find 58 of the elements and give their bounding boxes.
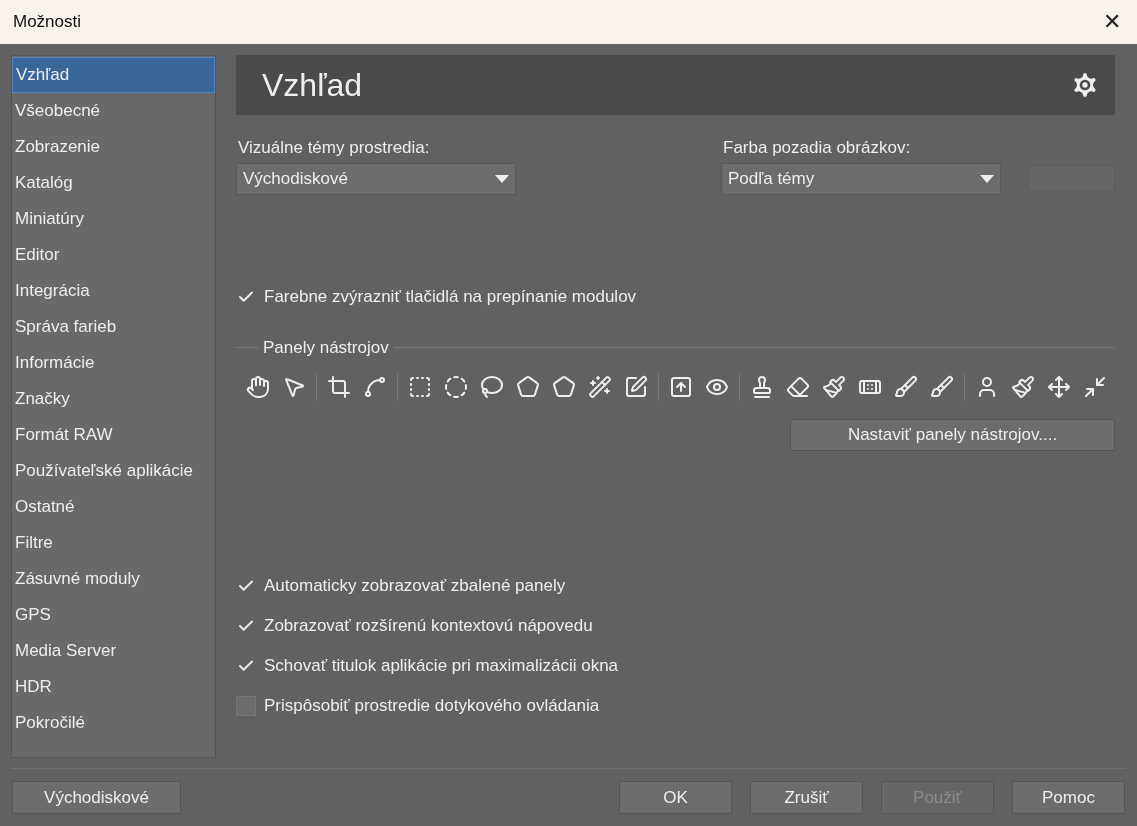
eraser-icon[interactable]: [786, 375, 810, 399]
sidebar-item[interactable]: Formát RAW: [12, 417, 215, 453]
close-button[interactable]: ✕: [1103, 11, 1121, 33]
defaults-button[interactable]: Východiskové: [12, 781, 181, 814]
polygon-selection-icon[interactable]: [516, 375, 540, 399]
checkbox-label: Schovať titulok aplikácie pri maximalizácii okna: [264, 655, 619, 678]
brush-icon[interactable]: [930, 375, 954, 399]
brush-icon[interactable]: [894, 375, 918, 399]
sidebar-item[interactable]: Integrácia: [12, 273, 215, 309]
field-label: Vizuálne témy prostredia:: [237, 137, 431, 159]
sidebar-item[interactable]: Pokročilé: [12, 705, 215, 741]
window-title: Možnosti: [13, 11, 82, 34]
sidebar-item[interactable]: HDR: [12, 669, 215, 705]
wand-icon[interactable]: [588, 375, 612, 399]
group-title: Panely nástrojov: [262, 336, 390, 359]
arrows-icon[interactable]: [1083, 375, 1107, 399]
checkbox-label: Automaticky zobrazovať zbalené panely: [264, 575, 566, 598]
sidebar-item[interactable]: Miniatúry: [12, 201, 215, 237]
dropdown[interactable]: Východiskové: [236, 162, 516, 195]
sidebar-item[interactable]: Zobrazenie: [12, 129, 215, 165]
sidebar-item[interactable]: Značky: [12, 381, 215, 417]
pointer-icon[interactable]: [282, 375, 306, 399]
checkbox-label: Prispôsobiť prostredie dotykového ovládania: [264, 695, 600, 718]
caret-icon: [980, 174, 994, 183]
sidebar-item[interactable]: GPS: [12, 597, 215, 633]
dialog-button[interactable]: OK: [619, 781, 732, 814]
checkbox-label: Zobrazovať rozšírenú kontextovú nápovedu: [264, 615, 593, 638]
ellipse-selection-icon[interactable]: [444, 375, 468, 399]
sidebar-item[interactable]: Editor: [12, 237, 215, 273]
brush-icon[interactable]: [822, 375, 846, 399]
rectangle-selection-icon[interactable]: [408, 375, 432, 399]
lasso-icon[interactable]: [480, 375, 504, 399]
dropdown[interactable]: Podľa témy: [721, 162, 1001, 195]
sidebar-item[interactable]: Informácie: [12, 345, 215, 381]
sidebar-item[interactable]: Správa farieb: [12, 309, 215, 345]
field-label: Farba pozadia obrázkov:: [722, 137, 912, 159]
dialog-button[interactable]: Pomoc: [1012, 781, 1125, 814]
caret-icon: [495, 174, 509, 183]
sidebar-item[interactable]: Katalóg: [12, 165, 215, 201]
sidebar-item[interactable]: Všeobecné: [12, 93, 215, 129]
configure-toolbars-button[interactable]: Nastaviť panely nástrojov....: [790, 419, 1115, 451]
sidebar-item[interactable]: Media Server: [12, 633, 215, 669]
sidebar-item[interactable]: Používateľské aplikácie: [12, 453, 215, 489]
upload-icon[interactable]: [669, 375, 693, 399]
sidebar-item[interactable]: Vzhľad: [12, 57, 215, 93]
brush-icon[interactable]: [1011, 375, 1035, 399]
hand-icon[interactable]: [246, 375, 270, 399]
sidebar-item[interactable]: Filtre: [12, 525, 215, 561]
line-icon[interactable]: [363, 375, 387, 399]
stamp-icon[interactable]: [750, 375, 774, 399]
checkbox-label: Farebne zvýrazniť tlačidlá na prepínanie modulov: [264, 285, 637, 308]
polygon-selection-icon[interactable]: [552, 375, 576, 399]
dialog-button[interactable]: Zrušiť: [750, 781, 863, 814]
sidebar-item[interactable]: Ostatné: [12, 489, 215, 525]
page-heading: Vzhľad: [262, 66, 363, 105]
move-icon[interactable]: [1047, 375, 1071, 399]
crop-icon[interactable]: [327, 375, 351, 399]
sidebar-item[interactable]: Zásuvné moduly: [12, 561, 215, 597]
